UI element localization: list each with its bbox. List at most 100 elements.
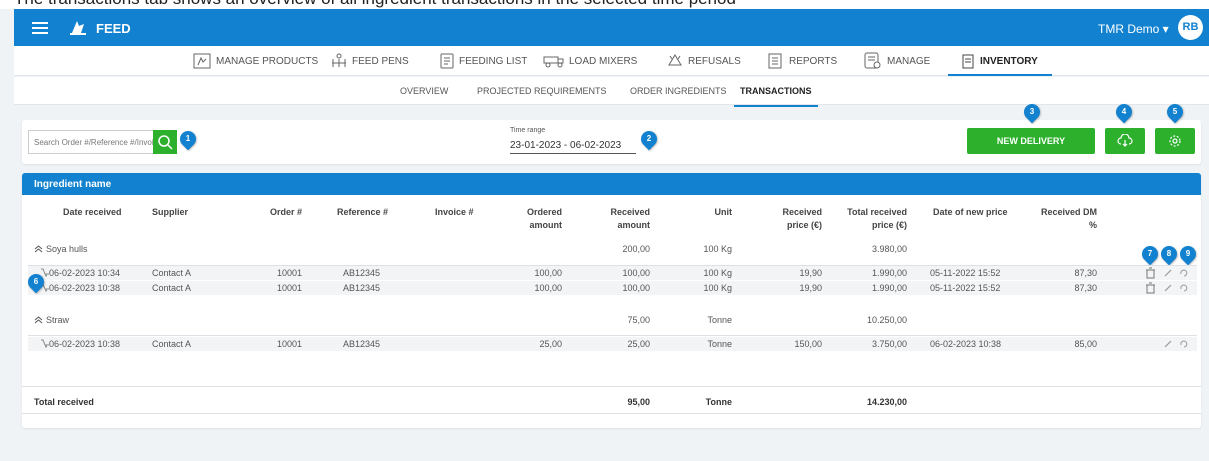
total-price: 14.230,00 bbox=[866, 397, 907, 407]
cell-price: 19,90 bbox=[799, 268, 822, 278]
nav-reports-label: REPORTS bbox=[789, 55, 838, 67]
feed-pens-icon bbox=[332, 53, 346, 67]
chevron-up-icon[interactable] bbox=[34, 316, 43, 324]
table-row[interactable]: 06-02-2023 10:38 Contact A 10001 AB12345… bbox=[28, 281, 1197, 295]
col-received-amount-line1: Received bbox=[610, 207, 650, 217]
user-menu[interactable]: TMR Demo ▾ bbox=[1098, 22, 1169, 36]
cell-date: 06-02-2023 10:38 bbox=[49, 283, 121, 293]
manage-products-icon bbox=[193, 53, 211, 69]
nav-refusals[interactable]: REFUSALS bbox=[666, 46, 741, 76]
col-total-received-price-line1: Total received bbox=[847, 207, 907, 217]
col-date-received[interactable]: Date received bbox=[63, 206, 122, 219]
marker-6: 6 bbox=[24, 270, 48, 294]
nav-feed-pens-label: FEED PENS bbox=[352, 55, 409, 67]
history-icon[interactable] bbox=[1179, 339, 1189, 349]
chevron-up-icon[interactable] bbox=[34, 245, 43, 253]
cell-ordered: 25,00 bbox=[539, 339, 562, 349]
cell-supplier: Contact A bbox=[152, 339, 192, 349]
col-received-dm-line2: % bbox=[1088, 220, 1097, 230]
col-received-price[interactable]: Received price (€) bbox=[762, 206, 822, 232]
ingredient-name-header: Ingredient name bbox=[22, 173, 1201, 195]
edit-icon[interactable] bbox=[1163, 339, 1173, 349]
cell-unit: Tonne bbox=[707, 339, 732, 349]
nav-feeding-list[interactable]: FEEDING LIST bbox=[439, 46, 527, 76]
nav-load-mixers-label: LOAD MIXERS bbox=[569, 55, 638, 67]
nav-feed-pens[interactable]: FEED PENS bbox=[330, 46, 409, 76]
col-received-price-line2: price (€) bbox=[786, 220, 822, 230]
cell-total: 1.990,00 bbox=[871, 283, 907, 293]
col-supplier[interactable]: Supplier bbox=[152, 206, 188, 219]
marker-2: 2 bbox=[637, 127, 661, 151]
delete-icon[interactable] bbox=[1145, 267, 1156, 279]
cell-ordered: 100,00 bbox=[534, 283, 562, 293]
col-received-price-line1: Received bbox=[782, 207, 822, 217]
tab-projected-requirements[interactable]: PROJECTED REQUIREMENTS bbox=[477, 86, 607, 96]
group-unit: Tonne bbox=[707, 315, 732, 325]
reports-icon bbox=[768, 53, 782, 69]
col-unit[interactable]: Unit bbox=[682, 206, 733, 219]
nav-manage-products[interactable]: MANAGE PRODUCTS bbox=[192, 46, 318, 76]
main-navigation: MANAGE PRODUCTS FEED PENS FEEDING LIST L… bbox=[14, 46, 1209, 76]
marker-9: 9 bbox=[1176, 242, 1200, 266]
cell-price: 150,00 bbox=[794, 339, 822, 349]
delete-icon[interactable] bbox=[1145, 282, 1156, 294]
col-received-amount[interactable]: Received amount bbox=[590, 206, 650, 232]
time-range-label: Time range bbox=[510, 127, 546, 134]
edit-icon[interactable] bbox=[1163, 283, 1173, 293]
refusals-icon bbox=[668, 54, 682, 66]
col-order[interactable]: Order # bbox=[242, 206, 302, 219]
sub-navigation: OVERVIEW PROJECTED REQUIREMENTS ORDER IN… bbox=[14, 77, 1209, 107]
history-icon[interactable] bbox=[1179, 283, 1189, 293]
nav-refusals-label: REFUSALS bbox=[688, 55, 741, 67]
edit-icon[interactable] bbox=[1163, 268, 1173, 278]
total-row: Total received 95,00 Tonne 14.230,00 bbox=[22, 386, 1201, 414]
caption-strip: The transactions tab shows an overview o… bbox=[0, 0, 1209, 9]
tab-overview[interactable]: OVERVIEW bbox=[400, 86, 448, 96]
search-button[interactable] bbox=[153, 130, 177, 154]
new-delivery-button[interactable]: NEW DELIVERY bbox=[967, 128, 1095, 154]
tab-transactions[interactable]: TRANSACTIONS bbox=[734, 86, 817, 107]
time-range-field[interactable]: 23-01-2023 - 06-02-2023 bbox=[510, 140, 636, 154]
cell-reference: AB12345 bbox=[343, 268, 381, 278]
group-unit: 100 Kg bbox=[703, 244, 732, 254]
history-icon[interactable] bbox=[1179, 268, 1189, 278]
cell-unit: 100 Kg bbox=[703, 268, 732, 278]
col-date-new-price[interactable]: Date of new price bbox=[933, 206, 1008, 219]
marker-1: 1 bbox=[176, 127, 200, 151]
tab-order-ingredients[interactable]: ORDER INGREDIENTS bbox=[630, 86, 727, 96]
marker-5: 5 bbox=[1163, 100, 1187, 124]
col-received-dm[interactable]: Received DM % bbox=[1022, 206, 1097, 232]
col-received-amount-line2: amount bbox=[617, 220, 651, 230]
cell-received: 25,00 bbox=[627, 339, 650, 349]
group-row-straw[interactable]: Straw 75,00 Tonne 10.250,00 bbox=[22, 308, 1201, 330]
col-total-received-price[interactable]: Total received price (€) bbox=[842, 206, 907, 232]
group-received-amount: 200,00 bbox=[622, 244, 650, 254]
search-input[interactable] bbox=[28, 130, 153, 154]
nav-manage[interactable]: MANAGE bbox=[863, 46, 930, 76]
cell-total: 3.750,00 bbox=[871, 339, 907, 349]
table-row[interactable]: 06-02-2023 10:38 Contact A 10001 AB12345… bbox=[28, 337, 1197, 351]
hamburger-menu-icon[interactable] bbox=[32, 22, 48, 34]
nav-reports[interactable]: REPORTS bbox=[767, 46, 837, 76]
total-received-amount: 95,00 bbox=[627, 397, 650, 407]
total-label: Total received bbox=[34, 397, 94, 407]
row-separator bbox=[28, 335, 1197, 336]
cell-received: 100,00 bbox=[622, 283, 650, 293]
col-invoice[interactable]: Invoice # bbox=[435, 206, 474, 219]
group-name: Soya hulls bbox=[46, 244, 88, 254]
cell-order: 10001 bbox=[276, 268, 302, 278]
app-title: FEED bbox=[96, 21, 131, 36]
col-ordered-amount[interactable]: Ordered amount bbox=[502, 206, 562, 232]
cell-dm: 87,30 bbox=[1074, 268, 1097, 278]
col-received-dm-line1: Received DM bbox=[1040, 207, 1097, 217]
col-reference[interactable]: Reference # bbox=[337, 206, 388, 219]
group-row-soya-hulls[interactable]: Soya hulls 200,00 100 Kg 3.980,00 bbox=[22, 237, 1201, 259]
nav-load-mixers[interactable]: LOAD MIXERS bbox=[543, 46, 637, 76]
cell-ordered: 100,00 bbox=[534, 268, 562, 278]
nav-inventory[interactable]: INVENTORY bbox=[948, 46, 1052, 76]
cell-order: 10001 bbox=[276, 283, 302, 293]
settings-button[interactable] bbox=[1155, 128, 1195, 154]
table-row[interactable]: 06-02-2023 10:34 Contact A 10001 AB12345… bbox=[28, 266, 1197, 280]
download-button[interactable] bbox=[1105, 128, 1145, 154]
avatar[interactable]: RB bbox=[1178, 15, 1203, 40]
